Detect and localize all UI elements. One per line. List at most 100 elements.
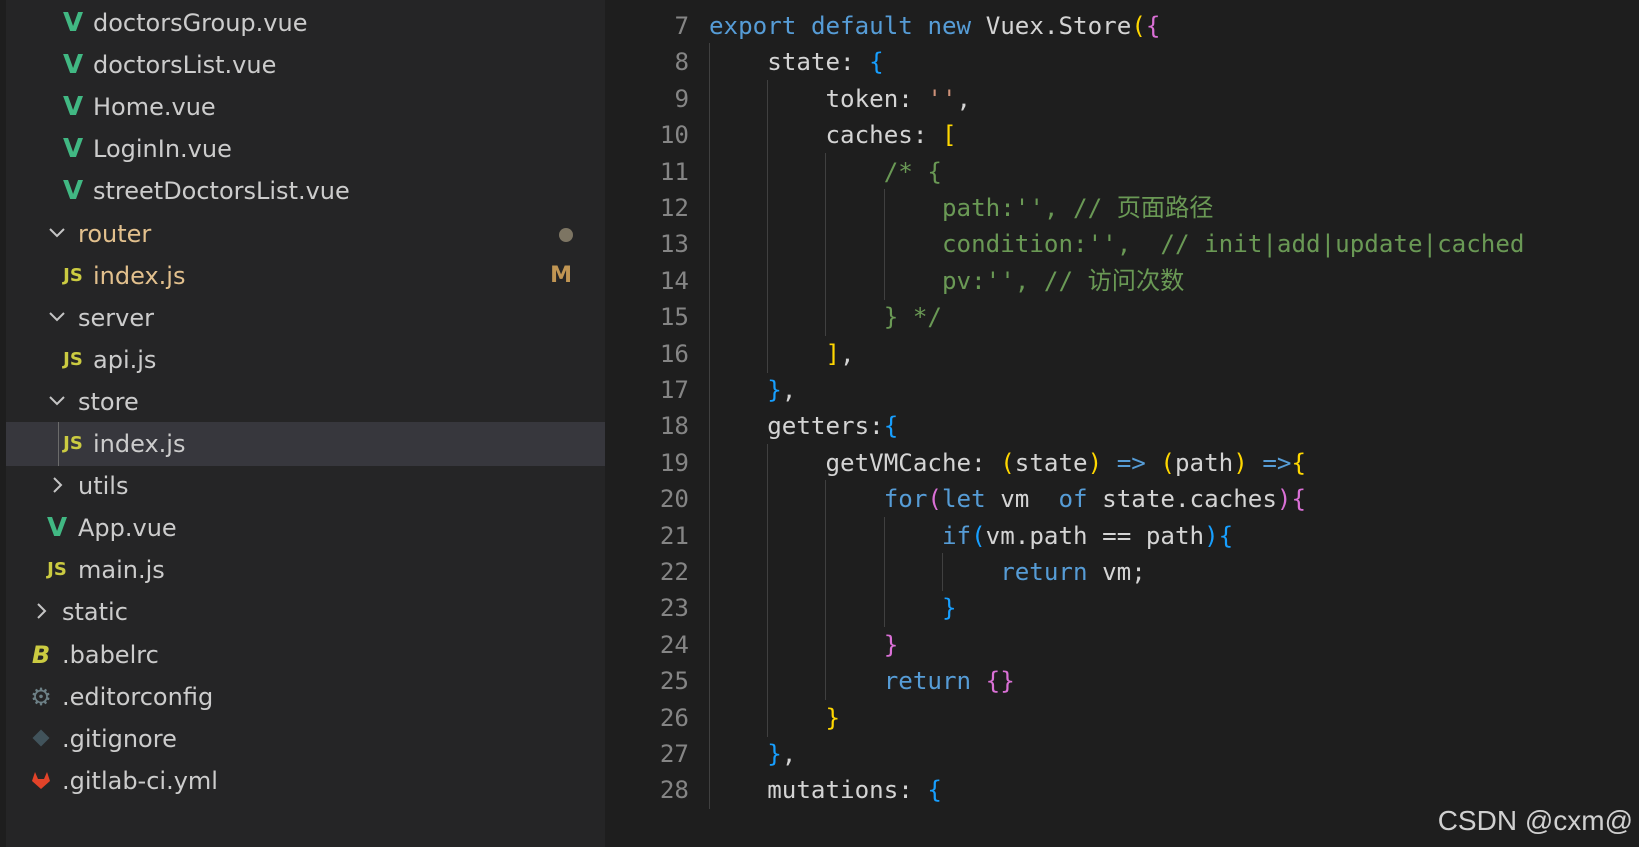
indent-guide (709, 771, 710, 810)
explorer-item-label: index.js (93, 261, 186, 290)
code-line[interactable]: 19 getVMCache: (state) => (path) =>{ (605, 443, 1639, 482)
code-line[interactable]: 16], (605, 334, 1639, 373)
code-line[interactable]: 11 /* { (605, 152, 1639, 191)
code-editor[interactable]: 7 export default new Vuex.Store({8 state: … (605, 0, 1639, 847)
explorer-item[interactable]: static (6, 590, 605, 634)
code-line[interactable]: 26} (605, 698, 1639, 737)
explorer-item[interactable]: ⚙ .editorconfig (6, 675, 605, 719)
explorer-item[interactable]: B .babelrc (6, 633, 605, 677)
code-token: '' (927, 84, 957, 113)
code-token: [ (941, 121, 957, 150)
code-line[interactable]: 15} */ (605, 298, 1639, 337)
explorer-item[interactable]: .gitlab-ci.yml (6, 759, 605, 803)
code-text: return vm; (1000, 553, 1146, 591)
indent-guide (709, 261, 710, 300)
line-number: 13 (659, 230, 689, 259)
code-token: caches: (825, 121, 942, 150)
indent-guide (709, 662, 710, 701)
git-modified-badge: M (550, 262, 572, 288)
code-line[interactable]: 23} (605, 589, 1639, 628)
explorer-item-label: doctorsGroup.vue (93, 9, 308, 37)
explorer-item[interactable]: VdoctorsGroup.vue (6, 1, 605, 45)
explorer-item[interactable]: V App.vue (6, 506, 605, 550)
code-line[interactable]: 25 return {} (605, 662, 1639, 701)
indent-guide (709, 698, 710, 737)
code-line[interactable]: 17}, (605, 371, 1639, 409)
code-line[interactable]: 10 caches: [ (605, 116, 1639, 155)
code-line[interactable]: 28 mutations: { (605, 771, 1639, 810)
line-number: 28 (659, 776, 689, 805)
code-token: } (883, 630, 899, 659)
line-number: 23 (659, 594, 689, 623)
indent-guide (941, 553, 943, 591)
code-token: , (840, 339, 855, 368)
code-line[interactable]: 24} (605, 625, 1639, 664)
explorer-item[interactable]: .gitignore (6, 717, 605, 761)
explorer-item[interactable]: JS api.js (6, 338, 605, 382)
indent-guide (825, 662, 827, 701)
explorer-item[interactable]: V Home.vue (6, 85, 605, 129)
explorer-item[interactable]: JS index.js (6, 422, 605, 466)
code-text: getters:{ (767, 407, 898, 445)
code-line[interactable]: 8 state: { (605, 43, 1639, 82)
code-token: Vuex.Store (985, 12, 1132, 40)
explorer-item[interactable]: JS index.js M (6, 254, 605, 298)
code-text: condition:'', // init|add|update|cached (942, 225, 1524, 263)
code-line[interactable]: 14 pv:'', // 访问次数 (605, 261, 1639, 300)
code-token: { (1218, 521, 1234, 550)
code-line[interactable]: 9 token: '', (605, 79, 1639, 118)
code-line[interactable]: 20 for(let vm of state.caches){ (605, 480, 1639, 519)
indent-guide (767, 298, 769, 337)
code-token: { (1291, 485, 1307, 514)
explorer-item[interactable]: JS main.js (6, 548, 605, 592)
explorer-item[interactable]: router (6, 212, 605, 256)
file-explorer: VdoctorsGroup.vue VdoctorsList.vue V Home.v… (0, 0, 605, 847)
indent-guide (709, 407, 710, 446)
code-token: ) (1276, 485, 1292, 514)
code-line[interactable]: 22 return vm; (605, 553, 1639, 591)
explorer-item[interactable]: server (6, 296, 605, 340)
indent-guide (767, 443, 769, 482)
code-token: export (709, 12, 811, 40)
indent-guide (883, 553, 885, 591)
explorer-item[interactable]: VdoctorsList.vue (6, 43, 605, 87)
line-number: 26 (659, 703, 689, 732)
code-line[interactable]: 21 if(vm.path == path){ (605, 516, 1639, 555)
gear-icon: ⚙ (30, 682, 52, 711)
explorer-item-label: .gitignore (62, 724, 177, 753)
code-text: } (884, 626, 899, 664)
indent-guide (767, 225, 769, 264)
indent-guide (767, 152, 769, 191)
indent-guide (709, 735, 710, 773)
code-token: getters: (767, 412, 884, 441)
indent-guide (58, 422, 59, 466)
code-line[interactable]: 13 condition:'', // init|add|update|cache… (605, 225, 1639, 264)
indent-guide (767, 553, 769, 591)
code-line[interactable]: 12 path:'', // 页面路径 (605, 189, 1639, 227)
indent-guide (883, 189, 885, 227)
explorer-item-label: .babelrc (62, 640, 159, 669)
code-token: pv:'', // 访问次数 (941, 266, 1185, 295)
indent-guide (767, 116, 769, 155)
explorer-item[interactable]: store (6, 380, 605, 424)
line-number: 24 (659, 630, 689, 659)
code-line[interactable]: 18 getters:{ (605, 407, 1639, 446)
indent-guide (825, 516, 827, 555)
code-line[interactable]: 7 export default new Vuex.Store({ (605, 7, 1639, 45)
code-token: for (883, 485, 928, 514)
indent-guide (767, 625, 769, 664)
explorer-item-label: main.js (78, 556, 165, 585)
code-token: ) (1087, 448, 1103, 477)
code-token: mutations: (767, 776, 928, 805)
explorer-item-label: index.js (93, 430, 186, 458)
line-number: 10 (659, 121, 689, 150)
explorer-item-label: store (78, 387, 139, 416)
explorer-item[interactable]: VstreetDoctorsList.vue (6, 169, 605, 213)
code-token: of (1058, 485, 1103, 514)
explorer-item[interactable]: utils (6, 464, 605, 508)
indent-guide (709, 334, 710, 373)
explorer-item[interactable]: V LoginIn.vue (6, 127, 605, 171)
code-line[interactable]: 27}, (605, 735, 1639, 773)
indent-guide (767, 698, 769, 737)
